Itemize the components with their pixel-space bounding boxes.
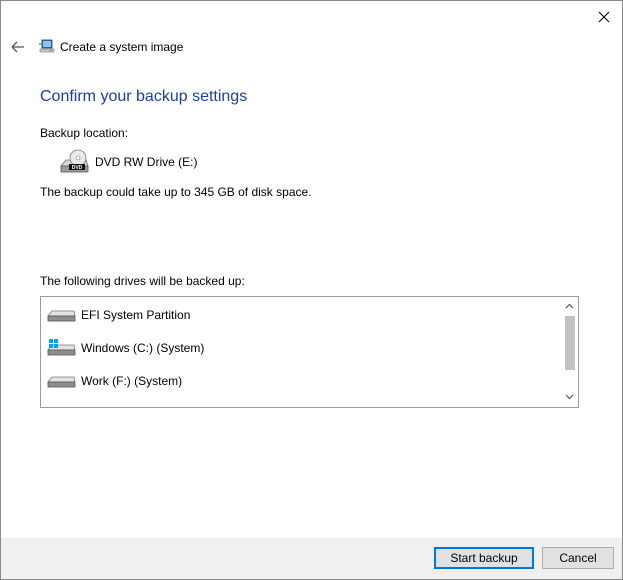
scroll-up-button[interactable] [561, 297, 578, 314]
wizard-title: Create a system image [60, 40, 184, 54]
scroll-down-button[interactable] [561, 388, 578, 405]
back-button[interactable] [10, 39, 26, 55]
page-heading: Confirm your backup settings [40, 88, 248, 105]
close-icon [598, 11, 610, 23]
backup-location-name: DVD RW Drive (E:) [95, 155, 198, 169]
backup-location-label: Backup location: [40, 126, 129, 140]
list-item-work[interactable]: Work (F:) (System) [46, 369, 182, 393]
close-button[interactable] [594, 7, 614, 27]
drives-list-label: The following drives will be backed up: [40, 274, 245, 288]
svg-text:DVD: DVD [72, 165, 83, 171]
dvd-drive-icon: DVD [60, 149, 89, 173]
back-arrow-icon [11, 41, 24, 53]
drive-name: Work (F:) (System) [81, 374, 183, 388]
wizard-window: Create a system image Confirm your backu… [0, 0, 623, 580]
list-item-windows[interactable]: Windows (C:) (System) [46, 336, 204, 360]
disk-space-text: The backup could take up to 345 GB of di… [40, 185, 312, 199]
vertical-scrollbar[interactable] [561, 297, 578, 407]
drive-icon [47, 376, 76, 388]
start-backup-button[interactable]: Start backup [434, 547, 534, 569]
list-item-efi[interactable]: EFI System Partition [46, 303, 190, 327]
chevron-down-icon [565, 394, 574, 399]
system-image-icon [39, 38, 55, 54]
drives-list[interactable]: EFI System Partition Windows (C:) (Syste… [40, 296, 579, 408]
scrollbar-thumb[interactable] [565, 316, 575, 370]
drive-icon [47, 310, 76, 322]
cancel-button[interactable]: Cancel [542, 547, 614, 569]
backup-location: DVD DVD RW Drive (E:) [59, 147, 197, 177]
footer-bar: Start backup Cancel [1, 538, 622, 579]
chevron-up-icon [565, 303, 574, 308]
drive-name: EFI System Partition [81, 308, 191, 322]
drive-name: Windows (C:) (System) [81, 341, 205, 355]
windows-drive-icon [47, 339, 76, 356]
